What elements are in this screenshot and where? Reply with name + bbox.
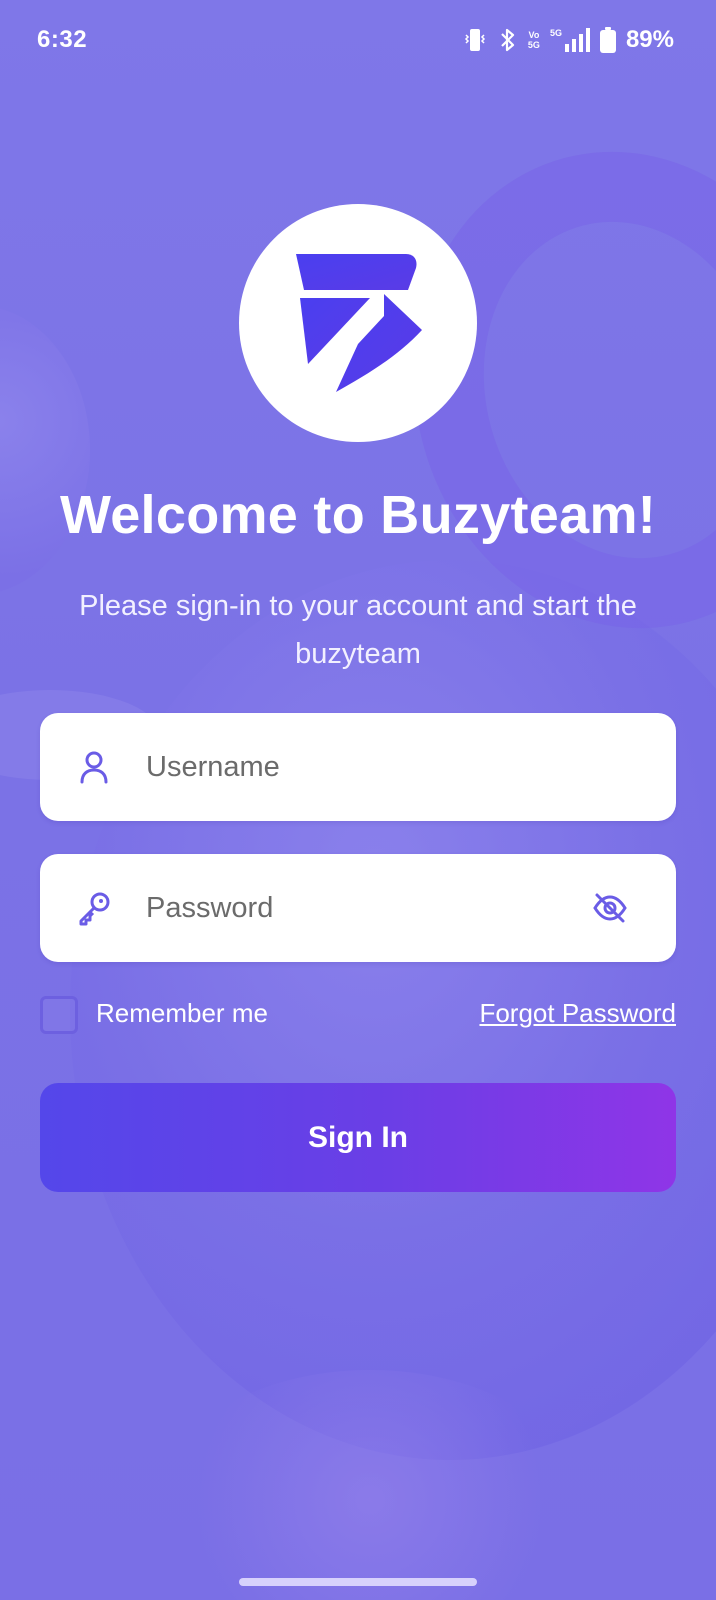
eye-off-icon[interactable]	[592, 890, 628, 926]
background-circle-left	[0, 305, 90, 595]
battery-percent: 89%	[625, 26, 674, 53]
app-logo	[239, 204, 477, 442]
remember-me-checkbox[interactable]	[40, 996, 78, 1034]
volte-label-top: Vo	[528, 30, 540, 40]
welcome-subtitle: Please sign-in to your account and start…	[79, 590, 637, 670]
user-icon	[76, 749, 112, 785]
welcome-title: Welcome to Buzyteam!	[59, 485, 657, 545]
password-input[interactable]	[146, 854, 566, 962]
remember-me-label[interactable]: Remember me	[96, 998, 268, 1029]
vibrate-icon	[462, 27, 488, 53]
signal-icon: 5G	[550, 28, 590, 52]
key-icon	[76, 890, 112, 926]
home-indicator[interactable]	[239, 1578, 477, 1586]
sign-in-button[interactable]: Sign In	[40, 1083, 676, 1192]
volte-label-bottom: 5G	[527, 40, 540, 50]
background-glow	[160, 1370, 580, 1600]
battery-icon	[599, 27, 616, 53]
username-field[interactable]	[40, 713, 676, 821]
username-input[interactable]	[146, 713, 566, 821]
password-field[interactable]	[40, 854, 676, 962]
status-icons: Vo 5G 5G 89%	[462, 24, 674, 56]
volte-icon: Vo 5G	[528, 30, 540, 50]
bluetooth-icon	[498, 27, 518, 53]
remember-row: Remember me Forgot Password	[40, 996, 676, 1036]
forgot-password-link[interactable]: Forgot Password	[479, 998, 676, 1029]
status-time: 6:32	[37, 26, 88, 53]
signal-label: 5G	[549, 28, 562, 38]
login-screen: 6:32 Vo 5G 5G 89% Welcome to Buzyteam! P…	[0, 0, 716, 1600]
buzyteam-logo-icon	[288, 246, 428, 401]
status-bar: 6:32 Vo 5G 5G 89%	[0, 0, 716, 84]
